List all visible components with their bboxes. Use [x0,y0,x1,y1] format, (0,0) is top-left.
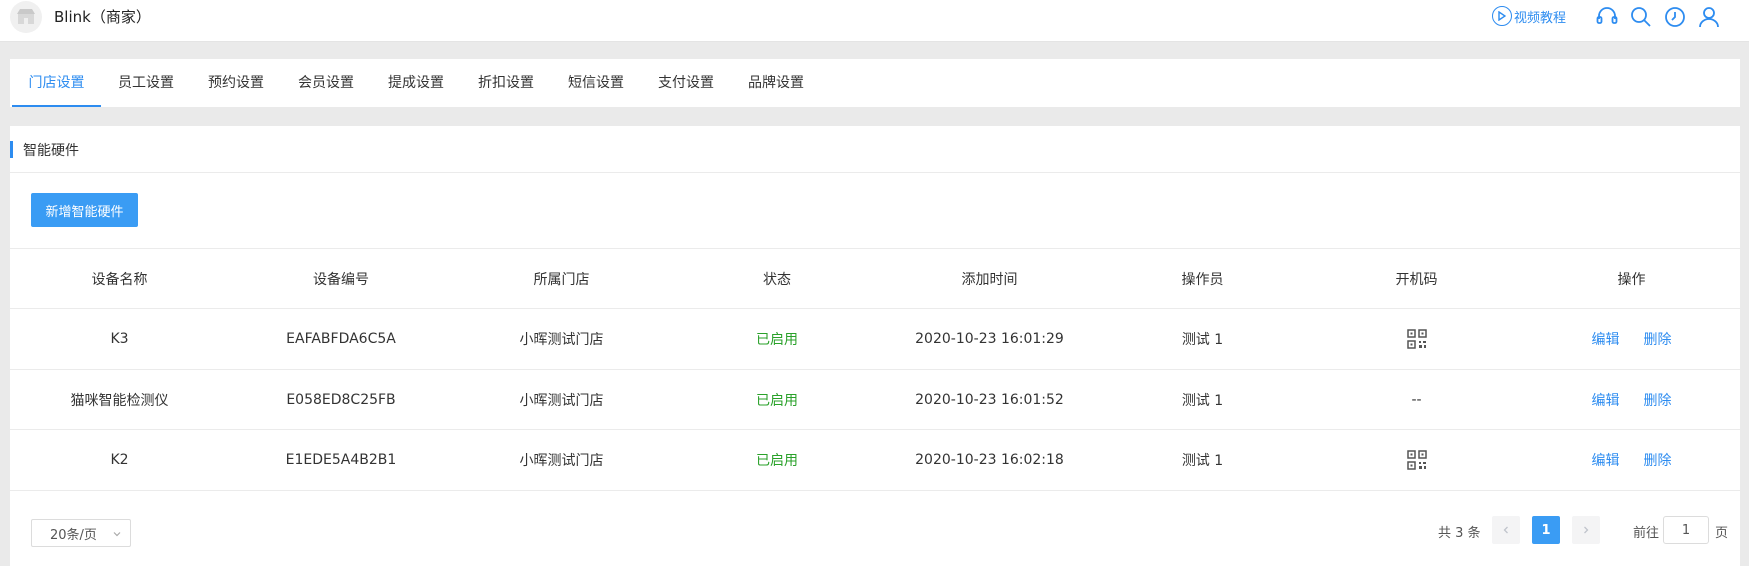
added-time: 2020-10-23 16:01:29 [915,331,1064,347]
device-store: 小晖测试门店 [519,392,604,409]
column-header: 操作员 [1181,271,1224,288]
headset-icon[interactable] [1595,5,1619,29]
tab-member-settings[interactable]: 会员设置 [281,59,371,107]
column-header: 设备名称 [91,271,148,288]
video-tutorial-link[interactable]: 视频教程 [1492,6,1566,26]
device-code: E1EDE5A4B2B1 [285,452,397,468]
page-size-value: 20条/页 [50,527,97,543]
device-store: 小晖测试门店 [519,453,604,469]
table-row: K2 E1EDE5A4B2B1 小晖测试门店 已启用 2020-10-23 16… [10,430,1740,491]
add-smart-hardware-button[interactable]: 新增智能硬件 [31,193,138,227]
top-bar: Blink（商家） 视频教程 [0,0,1749,42]
user-icon[interactable] [1697,5,1721,29]
operator: 测试 1 [1181,392,1224,409]
actions-cell: 编辑 删除 [1523,309,1740,369]
tab-brand-settings[interactable]: 品牌设置 [731,59,821,107]
section-title: 智能硬件 [23,143,79,159]
operator: 测试 1 [1181,332,1224,348]
smart-hardware-panel: 智能硬件 新增智能硬件 设备名称 设备编号 所属门店 状态 添加时间 操作员 开… [10,126,1740,566]
actions-cell: 编辑 删除 [1523,430,1740,490]
chevron-left-icon [1503,526,1508,534]
actions-cell: 编辑 删除 [1523,370,1740,429]
next-page-button[interactable] [1572,516,1600,544]
device-name: K3 [110,331,129,347]
delete-link[interactable]: 删除 [1644,450,1672,470]
chevron-right-icon [1584,526,1589,534]
clock-icon[interactable] [1663,5,1687,29]
delete-link[interactable]: 删除 [1644,390,1672,410]
device-name: K2 [110,452,129,468]
device-code: EAFABFDA6C5A [286,331,396,347]
boot-code-empty: -- [1411,391,1422,408]
tab-payment-settings[interactable]: 支付设置 [641,59,731,107]
column-header: 设备编号 [313,271,369,288]
section-header: 智能硬件 [10,126,1740,173]
edit-link[interactable]: 编辑 [1592,329,1620,349]
status-badge: 已启用 [756,332,798,348]
column-header: 状态 [763,271,791,288]
settings-tabs: 门店设置 员工设置 预约设置 会员设置 提成设置 折扣设置 短信设置 支付设置 … [10,59,1740,107]
hardware-table: 设备名称 设备编号 所属门店 状态 添加时间 操作员 开机码 操作 K3 EAF… [10,248,1740,491]
tab-sms-settings[interactable]: 短信设置 [551,59,641,107]
boot-code-cell [1310,430,1523,490]
qr-code-icon[interactable] [1406,329,1427,349]
operator: 测试 1 [1181,453,1224,469]
table-header-row: 设备名称 设备编号 所属门店 状态 添加时间 操作员 开机码 操作 [10,249,1740,309]
added-time: 2020-10-23 16:01:52 [915,391,1064,408]
app-title: Blink（商家） [54,8,151,26]
page-number-button[interactable]: 1 [1532,516,1560,544]
prev-page-button[interactable] [1492,516,1520,544]
table-row: 猫咪智能检测仪 E058ED8C25FB 小晖测试门店 已启用 2020-10-… [10,370,1740,430]
page-size-select[interactable]: 20条/页 [31,519,131,547]
goto-label: 前往 [1633,526,1660,541]
qr-code-icon[interactable] [1406,450,1427,470]
column-header: 添加时间 [961,271,1018,288]
tab-store-settings[interactable]: 门店设置 [12,59,101,107]
device-code: E058ED8C25FB [286,391,396,408]
search-icon[interactable] [1629,5,1653,29]
video-tutorial-label: 视频教程 [1514,10,1567,26]
tab-commission-settings[interactable]: 提成设置 [371,59,461,107]
goto-suffix: 页 [1715,526,1729,541]
total-count: 共 3 条 [1438,526,1481,541]
play-icon [1492,6,1512,26]
tab-booking-settings[interactable]: 预约设置 [191,59,281,107]
device-store: 小晖测试门店 [519,332,604,348]
table-row: K3 EAFABFDA6C5A 小晖测试门店 已启用 2020-10-23 16… [10,309,1740,370]
edit-link[interactable]: 编辑 [1592,450,1620,470]
status-badge: 已启用 [756,392,798,409]
device-name: 猫咪智能检测仪 [70,392,169,409]
column-header: 开机码 [1395,271,1438,288]
chevron-down-icon [112,528,122,543]
tab-discount-settings[interactable]: 折扣设置 [461,59,551,107]
tab-staff-settings[interactable]: 员工设置 [101,59,191,107]
status-badge: 已启用 [756,453,798,469]
column-header: 所属门店 [533,271,590,288]
boot-code-cell [1310,309,1523,369]
edit-link[interactable]: 编辑 [1592,390,1620,410]
delete-link[interactable]: 删除 [1644,329,1672,349]
added-time: 2020-10-23 16:02:18 [915,452,1064,468]
goto-page-input[interactable] [1663,516,1709,544]
store-logo-icon [10,1,42,33]
section-accent-bar [10,141,13,158]
column-header: 操作 [1617,271,1646,288]
